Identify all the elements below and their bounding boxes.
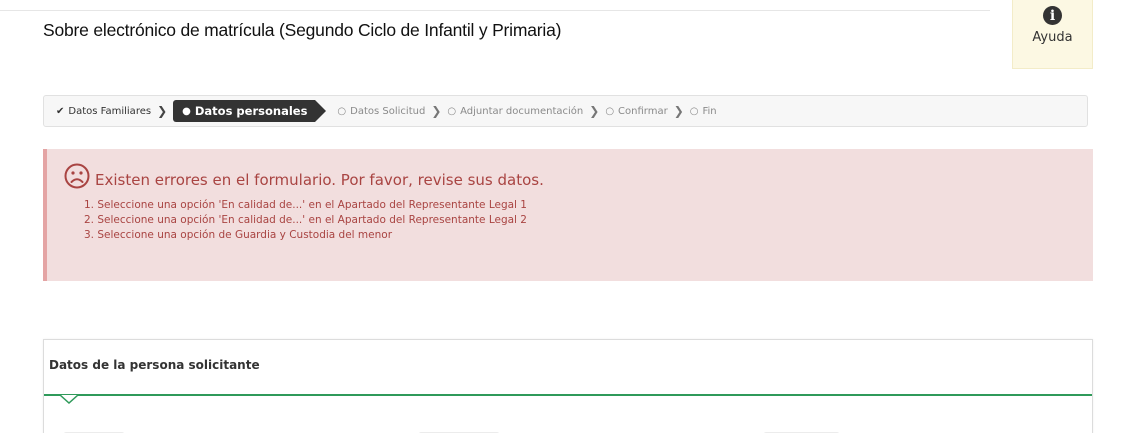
step-confirmar[interactable]: ○ Confirmar (605, 106, 667, 117)
step-datos-solicitud[interactable]: ○ Datos Solicitud (337, 106, 425, 117)
filled-circle-icon: ● (182, 105, 191, 117)
progress-steps: ✔ Datos Familiares ❯ ● Datos personales … (43, 95, 1088, 127)
chevron-right-icon: ❯ (589, 104, 600, 118)
panel-title: Datos de la persona solicitante (49, 358, 260, 372)
step-label: Datos Familiares (68, 105, 152, 117)
empty-circle-icon: ○ (605, 105, 615, 117)
sad-face-icon (64, 163, 90, 189)
step-adjuntar-documentacion[interactable]: ○ Adjuntar documentación (447, 106, 583, 117)
chevron-right-icon: ❯ (431, 104, 442, 118)
error-list: 1. Seleccione una opción 'En calidad de.… (64, 198, 1093, 243)
panel-divider (44, 394, 1092, 396)
info-icon: i (1043, 6, 1062, 25)
step-datos-familiares[interactable]: ✔ Datos Familiares (56, 106, 151, 117)
step-label: Datos personales (194, 104, 308, 118)
step-fin[interactable]: ○ Fin (690, 106, 717, 117)
step-datos-personales[interactable]: ● Datos personales (173, 100, 327, 122)
step-label: Fin (702, 105, 717, 117)
error-item: 3. Seleccione una opción de Guardia y Cu… (84, 229, 393, 241)
help-label: Ayuda (1032, 30, 1073, 45)
step-label: Confirmar (618, 105, 668, 117)
alert-title: Existen errores en el formulario. Por fa… (95, 171, 544, 189)
error-alert: Existen errores en el formulario. Por fa… (43, 149, 1093, 281)
empty-circle-icon: ○ (447, 105, 457, 117)
caret-down-icon (59, 395, 79, 404)
step-label: Adjuntar documentación (460, 105, 584, 117)
empty-circle-icon: ○ (689, 105, 699, 117)
top-divider (0, 10, 990, 11)
page-title: Sobre electrónico de matrícula (Segundo … (43, 20, 562, 40)
step-label: Datos Solicitud (350, 105, 426, 117)
applicant-panel: Datos de la persona solicitante (43, 339, 1093, 433)
help-button[interactable]: i Ayuda (1012, 0, 1093, 69)
check-circle-icon: ✔ (56, 105, 65, 117)
chevron-right-icon: ❯ (673, 104, 684, 118)
empty-circle-icon: ○ (337, 105, 347, 117)
error-item: 2. Seleccione una opción 'En calidad de.… (84, 214, 527, 226)
error-item: 1. Seleccione una opción 'En calidad de.… (84, 199, 527, 211)
chevron-right-icon: ❯ (157, 104, 168, 118)
